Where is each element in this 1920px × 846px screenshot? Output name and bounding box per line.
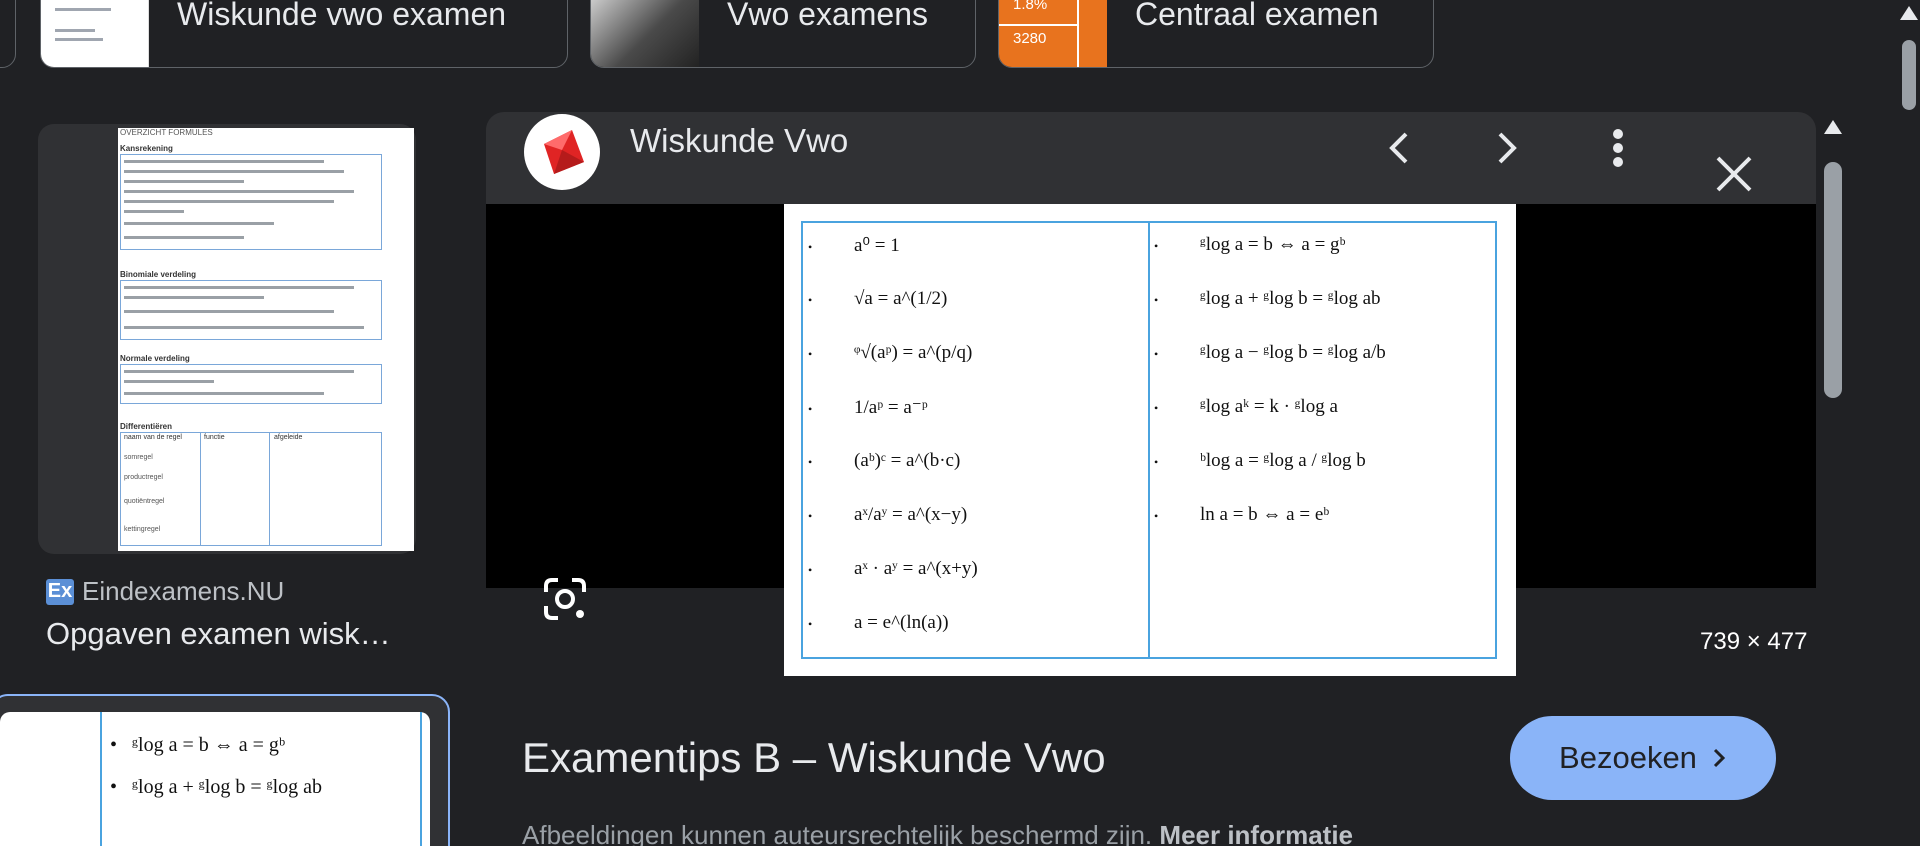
formula-item: • ᵇlog a = ᵍlog a / ᵍlog b xyxy=(1154,450,1366,471)
formula-text: ᵇlog a = ᵍlog a / ᵍlog b xyxy=(1200,450,1366,471)
chip-label: Centraal examen xyxy=(1135,0,1379,32)
chip-centraal-examen[interactable]: 1.8% 3280 Centraal examen xyxy=(998,0,1434,68)
table-header: afgeleide xyxy=(274,434,303,441)
left-result-thumbnail[interactable]: OVERZICHT FORMULES Kansrekening Binomial… xyxy=(118,128,414,551)
formula-item: • a = e^(ln(a)) xyxy=(808,612,949,633)
preview-formula: ᵍlog a + ᵍlog b = ᵍlog ab xyxy=(132,776,323,798)
chip-thumb-value: 3280 xyxy=(1013,30,1047,47)
table-header: functie xyxy=(204,434,225,441)
doc-section: Binomiale verdeling xyxy=(120,270,197,279)
formula-item: • ᵍlog a + ᵍlog b = ᵍlog ab xyxy=(1154,288,1381,309)
panel-scrollbar-thumb[interactable] xyxy=(1824,162,1842,398)
doc-section: Kansrekening xyxy=(120,144,173,153)
formula-text: ᵍlog a = b ⇔ a = gᵇ xyxy=(1200,234,1346,255)
formula-text: ᵍlog a − ᵍlog b = ᵍlog a/b xyxy=(1200,342,1386,363)
page-scrollbar[interactable] xyxy=(1898,0,1920,846)
formula-text: a = e^(ln(a)) xyxy=(854,612,949,633)
formula-item: • (aᵇ)ᶜ = a^(b·c) xyxy=(808,450,961,471)
next-button[interactable] xyxy=(1486,126,1530,170)
doc-heading: OVERZICHT FORMULES xyxy=(120,128,213,137)
scroll-up-icon[interactable] xyxy=(1822,118,1844,138)
visit-button-label: Bezoeken xyxy=(1559,740,1697,775)
page-scrollbar-thumb[interactable] xyxy=(1902,40,1916,110)
previous-button[interactable] xyxy=(1376,126,1420,170)
source-logo-icon: Ex xyxy=(46,578,74,605)
formula-text: ᵍlog a + ᵍlog b = ᵍlog ab xyxy=(1200,288,1381,309)
formula-item: • a⁰ = 1 xyxy=(808,235,900,256)
chip-wiskunde-vwo-examen[interactable]: Wiskunde vwo examen xyxy=(40,0,568,68)
formula-text: √a = a^(1/2) xyxy=(854,288,948,309)
site-logo-icon[interactable] xyxy=(524,114,600,190)
chip-thumbnail xyxy=(591,0,699,67)
formula-item: • ᵍlog a = b ⇔ a = gᵇ xyxy=(1154,234,1346,255)
image-dimensions: 739 × 477 xyxy=(1700,628,1808,655)
chip-thumbnail: 1.8% 3280 xyxy=(999,0,1107,67)
formula-item: • ln a = b ⇔ a = eᵇ xyxy=(1154,504,1330,525)
formula-text: ᵍlog aᵏ = k · ᵍlog a xyxy=(1200,396,1338,417)
table-row: kettingregel xyxy=(124,526,161,533)
formula-item: • √a = a^(1/2) xyxy=(808,288,948,309)
formula-text: 1/aᵖ = a⁻ᵖ xyxy=(854,397,928,418)
formula-text: aˣ · aʸ = a^(x+y) xyxy=(854,558,978,579)
selected-result-thumbnail: • ᵍlog a = b ⇔ a = gᵇ • ᵍlog a + ᵍlog b … xyxy=(0,712,430,846)
copyright-text: Afbeeldingen kunnen auteursrechtelijk be… xyxy=(522,820,1153,846)
formula-item: • ᵍlog aᵏ = k · ᵍlog a xyxy=(1154,396,1338,417)
source-name: Eindexamens.NU xyxy=(82,576,285,606)
formula-text: (aᵇ)ᶜ = a^(b·c) xyxy=(854,450,961,471)
doc-section: Differentiëren xyxy=(120,422,173,431)
preview-panel: Wiskunde Vwo • a⁰ = 1 • √a = a^(1/2) • ᵠ√(aᵖ)… xyxy=(486,112,1816,846)
formula-item: • aˣ/aʸ = a^(x−y) xyxy=(808,504,968,525)
formula-text: a⁰ = 1 xyxy=(854,235,900,256)
visit-button[interactable]: Bezoeken xyxy=(1510,716,1776,800)
formula-text: aˣ/aʸ = a^(x−y) xyxy=(854,504,968,525)
page-scroll-up-icon[interactable] xyxy=(1898,4,1920,24)
result-title[interactable]: Examentips B – Wiskunde Vwo xyxy=(522,734,1106,782)
chip-vwo-examens[interactable]: Vwo examens xyxy=(590,0,976,68)
table-row: quotiëntregel xyxy=(124,498,165,505)
formula-item: • 1/aᵖ = a⁻ᵖ xyxy=(808,397,928,418)
google-lens-icon[interactable] xyxy=(542,576,588,622)
table-header: naam van de regel xyxy=(124,434,182,441)
formula-text: ᵠ√(aᵖ) = a^(p/q) xyxy=(854,342,973,363)
formula-item: • aˣ · aʸ = a^(x+y) xyxy=(808,558,978,579)
left-result-title[interactable]: Opgaven examen wisk… xyxy=(46,616,391,652)
chevron-right-icon xyxy=(1713,748,1726,768)
chip-thumb-value: 1.8% xyxy=(1013,0,1048,13)
formula-item: • ᵍlog a − ᵍlog b = ᵍlog a/b xyxy=(1154,342,1386,363)
selected-result-card[interactable]: • ᵍlog a = b ⇔ a = gᵇ • ᵍlog a + ᵍlog b … xyxy=(0,694,450,846)
left-result-source[interactable]: Ex Eindexamens.NU xyxy=(46,576,284,607)
more-options-icon[interactable] xyxy=(1596,126,1640,170)
table-row: somregel xyxy=(124,454,153,461)
chip-label: Vwo examens xyxy=(727,0,928,32)
table-row: productregel xyxy=(124,474,163,481)
formula-text: ln a = b ⇔ a = eᵇ xyxy=(1200,504,1330,525)
copyright-notice: Afbeeldingen kunnen auteursrechtelijk be… xyxy=(522,820,1353,846)
chip-partial[interactable] xyxy=(0,0,16,68)
close-icon[interactable] xyxy=(1708,148,1760,200)
more-info-link[interactable]: Meer informatie xyxy=(1159,820,1353,846)
formula-image[interactable]: • a⁰ = 1 • √a = a^(1/2) • ᵠ√(aᵖ) = a^(p/q) • 1/… xyxy=(784,204,1516,676)
preview-formula: ᵍlog a = b ⇔ a = gᵇ xyxy=(132,734,286,756)
preview-image-area[interactable]: • a⁰ = 1 • √a = a^(1/2) • ᵠ√(aᵖ) = a^(p/q) • 1/… xyxy=(486,204,1816,676)
chip-thumbnail xyxy=(41,0,149,67)
site-name[interactable]: Wiskunde Vwo xyxy=(630,122,848,160)
doc-section: Normale verdeling xyxy=(120,354,190,363)
chip-label: Wiskunde vwo examen xyxy=(177,0,507,32)
formula-item: • ᵠ√(aᵖ) = a^(p/q) xyxy=(808,342,973,363)
